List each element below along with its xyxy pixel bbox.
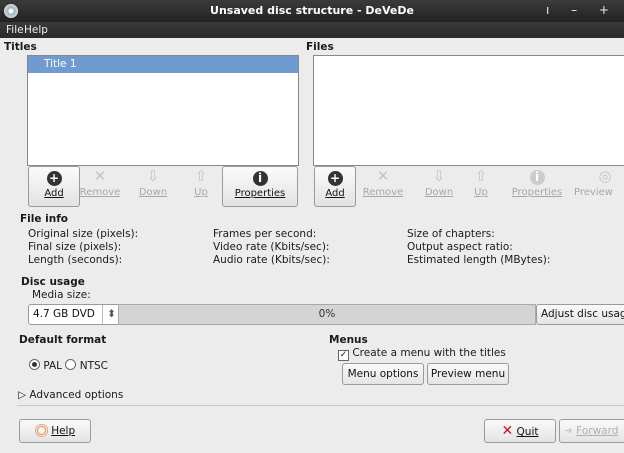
create-menu-checkbox[interactable]: ✓ [338,350,349,361]
disc-usage-progress: 0% [118,304,536,325]
menu-file[interactable]: File [6,24,24,36]
info-icon: i [506,166,568,186]
media-size-label: Media size: [32,289,91,301]
menu-bar: File Help [0,22,624,38]
menu-help[interactable]: Help [24,24,48,36]
remove-icon: ✕ [376,167,390,185]
chapters-label: Size of chapters: [407,228,495,240]
length-label: Length (seconds): [28,254,123,266]
pal-radio[interactable] [29,359,40,370]
preview-menu-button[interactable]: Preview menu [427,363,509,385]
video-rate-label: Video rate (Kbits/sec): [213,241,330,253]
arrow-up-icon: ⇧ [474,167,488,185]
info-icon: i [223,167,297,187]
quit-button[interactable]: ✕ Quit [484,419,556,443]
window-controls[interactable]: ı – + [546,3,618,17]
title-list-item[interactable]: Title 1 [28,56,298,73]
file-info-header: File info [20,213,69,225]
pal-label: PAL [43,360,63,372]
final-size-label: Final size (pixels): [28,241,122,253]
add-icon: + [315,167,355,187]
menu-options-button[interactable]: Menu options [342,363,424,385]
forward-arrow-icon: ➜ [564,425,573,437]
titles-down-button[interactable]: ⇩ Down [131,166,175,205]
window-title: Unsaved disc structure - DeVeDe [210,4,414,17]
disc-usage-header: Disc usage [21,276,85,288]
fps-label: Frames per second: [213,228,317,240]
media-size-select[interactable]: 4.7 GB DVD ⬍ [28,304,120,325]
files-list[interactable] [313,55,624,166]
format-radio-group: PAL NTSC [29,359,108,372]
files-properties-button[interactable]: i Properties [506,166,568,205]
forward-button[interactable]: ➜ Forward [559,419,624,443]
quit-x-icon: ✕ [501,423,514,439]
titles-properties-button[interactable]: i Properties [222,166,298,207]
titles-header: Titles [4,41,37,53]
help-button[interactable]: Help [19,419,91,443]
remove-icon: ✕ [93,167,107,185]
titles-up-button[interactable]: ⇧ Up [183,166,219,205]
arrow-down-icon: ⇩ [432,167,446,185]
spinner-arrows-icon: ⬍ [102,305,116,324]
help-lifebuoy-icon [34,424,48,437]
ntsc-radio[interactable] [65,359,77,370]
create-menu-row: ✓ Create a menu with the titles [338,347,506,361]
files-header: Files [306,41,334,53]
original-size-label: Original size (pixels): [28,228,139,240]
audio-rate-label: Audio rate (Kbits/sec): [213,254,330,266]
preview-icon: ◎ [598,167,612,185]
title-bar: Unsaved disc structure - DeVeDe ı – + [0,0,624,22]
create-menu-label: Create a menu with the titles [352,347,506,359]
adjust-disc-usage-button[interactable]: Adjust disc usage [536,304,624,325]
advanced-options-expander[interactable]: ▷ Advanced options [18,389,123,401]
ntsc-label: NTSC [79,360,108,372]
default-format-header: Default format [19,334,107,346]
files-add-button[interactable]: + Add [314,166,356,207]
arrow-down-icon: ⇩ [146,167,160,185]
titles-add-button[interactable]: + Add [28,166,80,207]
separator [17,405,624,406]
estimated-length-label: Estimated length (MBytes): [407,254,551,266]
files-remove-button[interactable]: ✕ Remove [358,166,408,205]
titles-remove-button[interactable]: ✕ Remove [78,166,122,205]
files-down-button[interactable]: ⇩ Down [418,166,460,205]
files-up-button[interactable]: ⇧ Up [466,166,496,205]
titles-list[interactable]: Title 1 [27,55,299,166]
files-preview-button[interactable]: ◎ Preview [574,166,624,205]
add-icon: + [29,167,79,187]
expander-arrow-icon: ▷ [18,389,27,401]
menus-header: Menus [329,334,368,346]
aspect-label: Output aspect ratio: [407,241,513,253]
arrow-up-icon: ⇧ [194,167,208,185]
